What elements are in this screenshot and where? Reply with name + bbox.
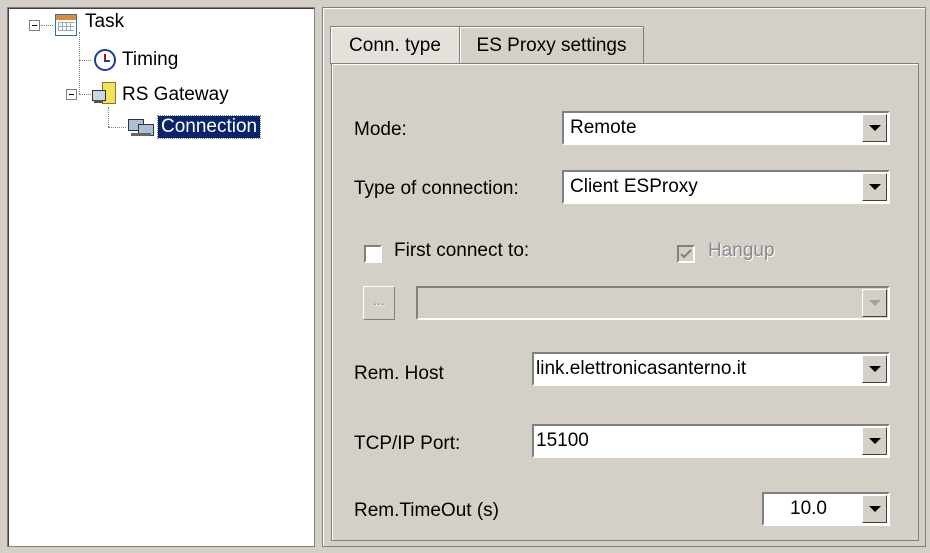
tree-item-task[interactable]: Task (85, 11, 124, 33)
clock-icon (94, 49, 116, 71)
chevron-down-icon (868, 300, 881, 306)
browse-button[interactable]: ... (363, 286, 395, 320)
gateway-icon (92, 82, 116, 106)
tcp-port-dropdown-button[interactable] (862, 427, 887, 455)
timeout-value: 10.0 (790, 498, 827, 519)
collapse-toggle-rs-gateway[interactable] (66, 89, 77, 100)
chevron-down-icon (868, 125, 881, 131)
hangup-label: Hangup (708, 240, 775, 261)
mode-label: Mode: (354, 119, 407, 140)
remote-host-value: link.elettronicasanterno.it (536, 358, 747, 379)
first-connect-select[interactable] (416, 286, 890, 320)
first-connect-label: First connect to: (394, 240, 530, 261)
chevron-down-icon (868, 184, 881, 190)
tcp-port-value: 15100 (536, 430, 589, 451)
tab-conn-type[interactable]: Conn. type (330, 26, 460, 64)
tree-view[interactable]: Task Timing RS Gateway Connection (7, 7, 315, 547)
first-connect-dropdown-button[interactable] (862, 289, 887, 317)
mode-value: Remote (570, 117, 637, 138)
remote-host-select[interactable]: link.elettronicasanterno.it (532, 352, 890, 386)
tab-conn-type-label: Conn. type (349, 34, 441, 56)
tree-item-rs-gateway[interactable]: RS Gateway (122, 84, 229, 106)
hangup-checkbox[interactable] (677, 245, 695, 263)
timeout-label: Rem.TimeOut (s) (354, 500, 499, 521)
connection-type-label: Type of connection: (354, 178, 519, 199)
tab-es-proxy-settings[interactable]: ES Proxy settings (459, 26, 644, 64)
tree-item-connection[interactable]: Connection (156, 115, 262, 139)
chevron-down-icon (868, 506, 881, 512)
connection-type-select[interactable]: Client ESProxy (562, 170, 890, 204)
tab-page: Mode: Remote Type of connection: Client … (331, 63, 919, 541)
settings-panel: Conn. type ES Proxy settings Mode: Remot… (322, 7, 926, 547)
connection-type-value: Client ESProxy (570, 176, 698, 197)
collapse-toggle-task[interactable] (29, 20, 40, 31)
connection-icon (128, 116, 154, 138)
tab-es-proxy-settings-label: ES Proxy settings (476, 34, 627, 56)
chevron-down-icon (868, 438, 881, 444)
checkmark-icon (680, 249, 692, 259)
calendar-icon (55, 14, 77, 36)
tcp-port-select[interactable]: 15100 (532, 424, 890, 458)
mode-select[interactable]: Remote (562, 111, 890, 145)
remote-host-label: Rem. Host (354, 363, 444, 384)
connection-type-dropdown-button[interactable] (862, 173, 887, 201)
browse-button-label: ... (373, 292, 385, 308)
mode-dropdown-button[interactable] (862, 114, 887, 142)
first-connect-checkbox[interactable] (364, 245, 382, 263)
tree-item-timing[interactable]: Timing (122, 49, 178, 71)
tcp-port-label: TCP/IP Port: (354, 433, 461, 454)
timeout-dropdown-button[interactable] (862, 495, 887, 523)
timeout-select[interactable]: 10.0 (762, 492, 890, 526)
chevron-down-icon (868, 366, 881, 372)
remote-host-dropdown-button[interactable] (862, 355, 887, 383)
